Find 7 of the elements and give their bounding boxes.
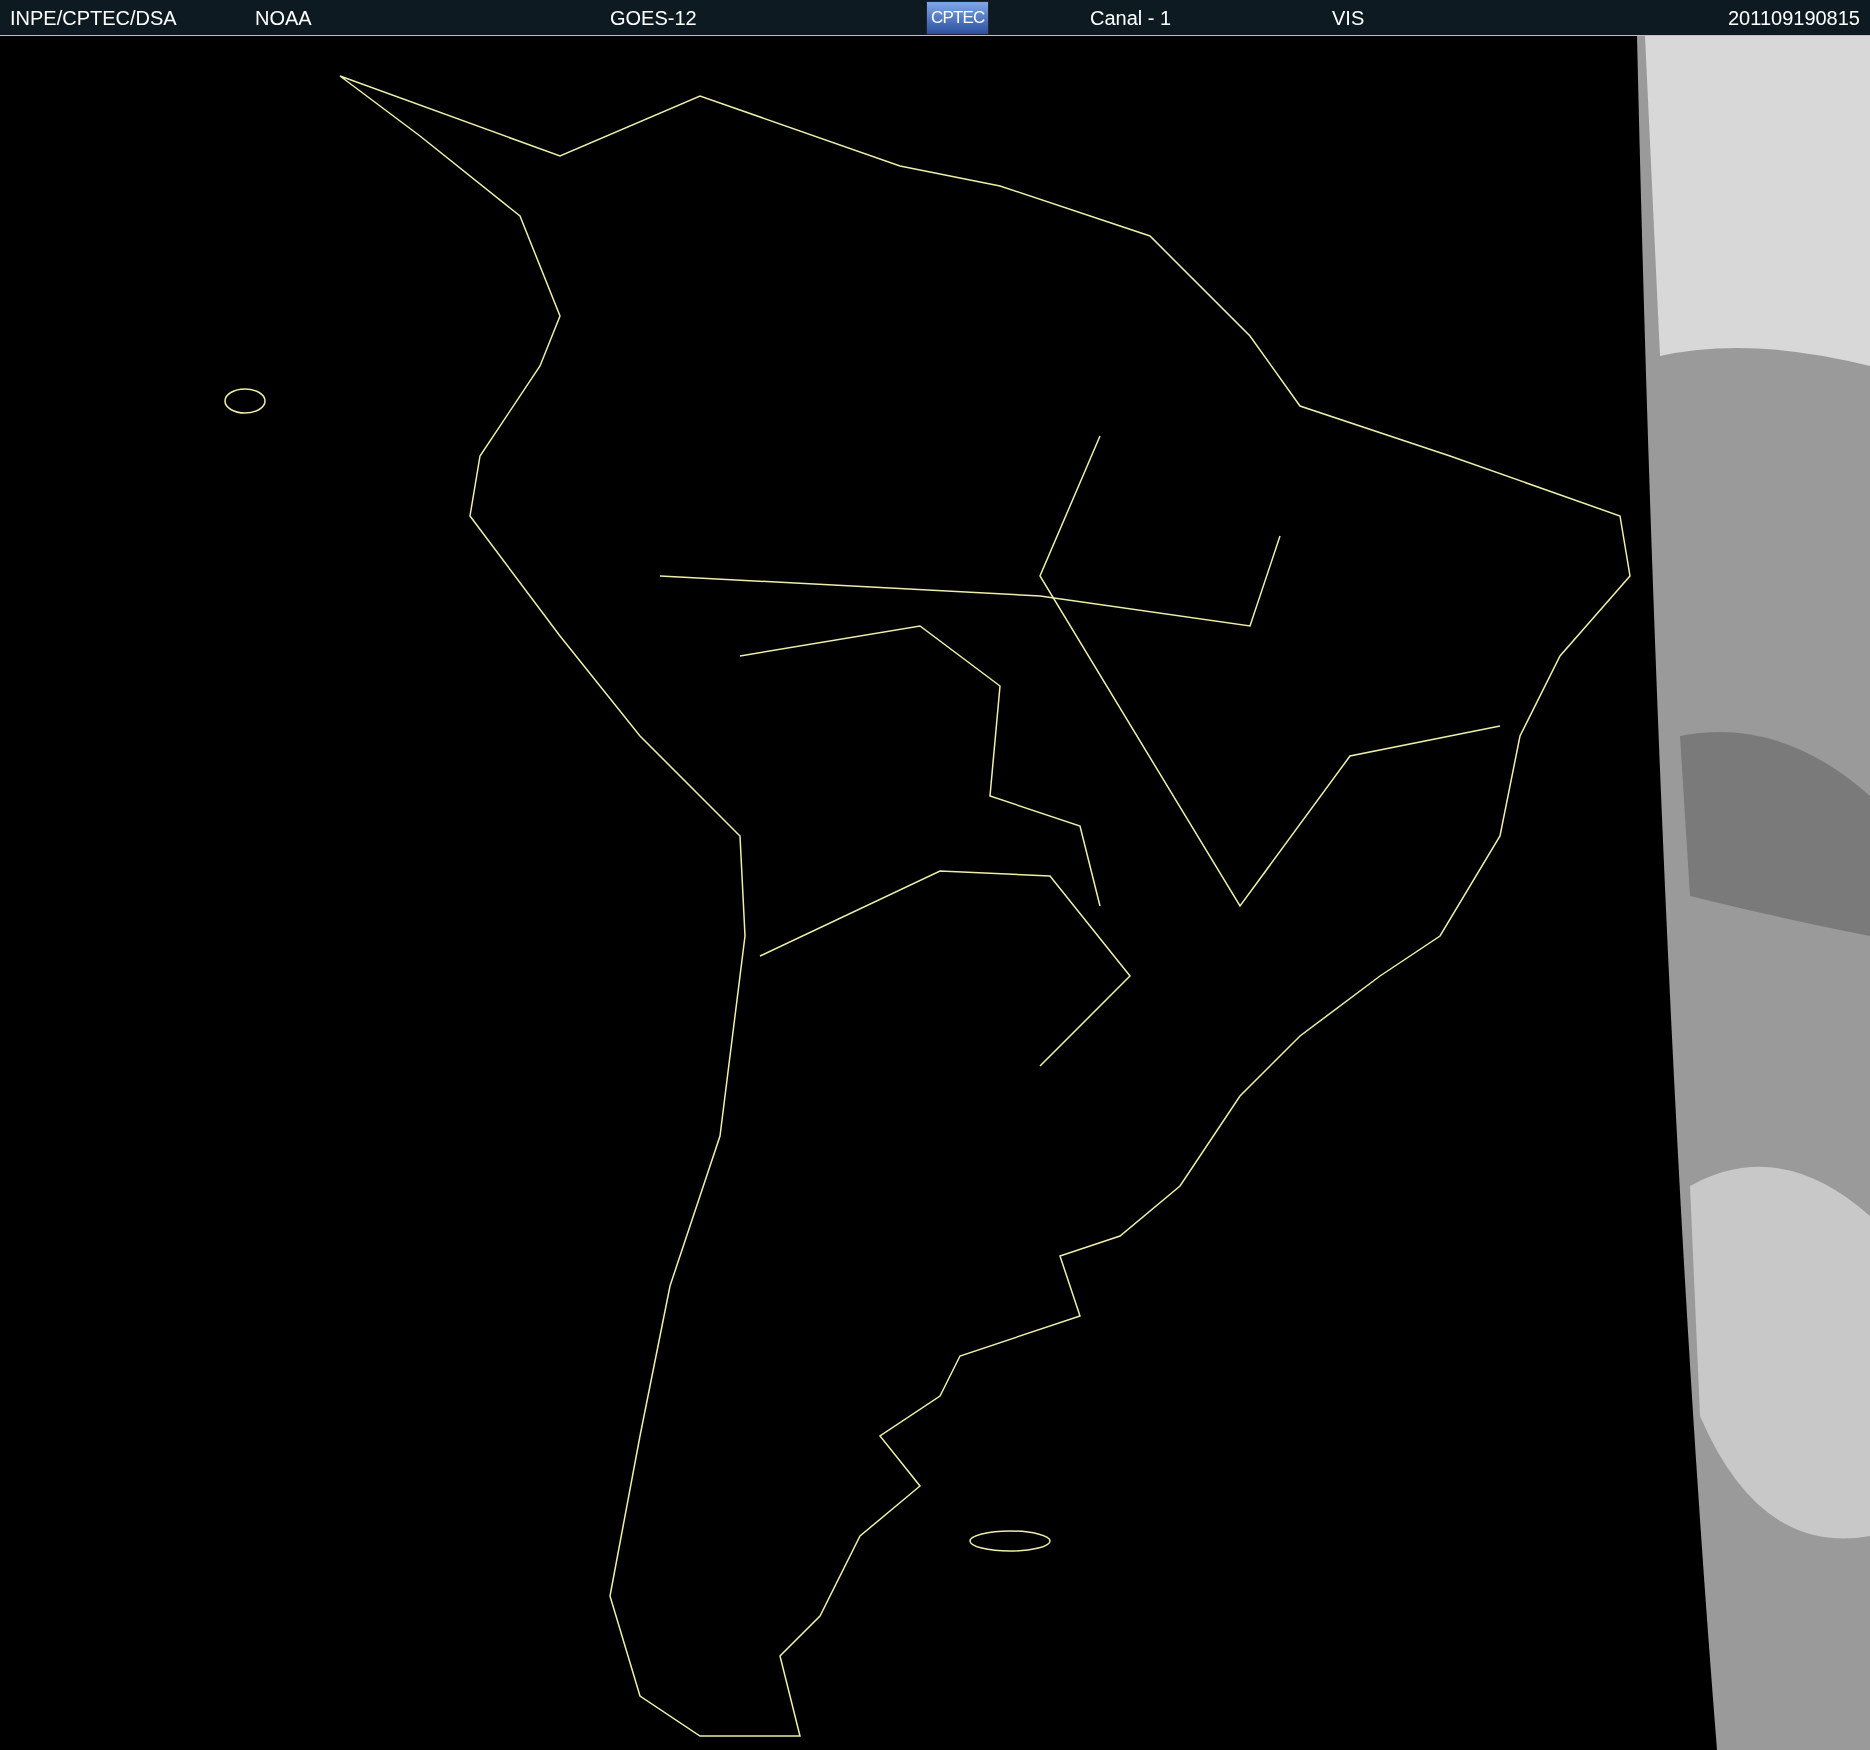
header-label: INPE/CPTEC/DSA [10, 5, 177, 31]
header-label: GOES-12 [610, 5, 697, 31]
header-label: NOAA [255, 5, 312, 31]
header-label: VIS [1332, 5, 1365, 31]
header-label: Canal - 1 [1090, 5, 1172, 31]
logo: CPTEC [926, 0, 990, 35]
header-label: 201109190815 [1728, 5, 1860, 31]
